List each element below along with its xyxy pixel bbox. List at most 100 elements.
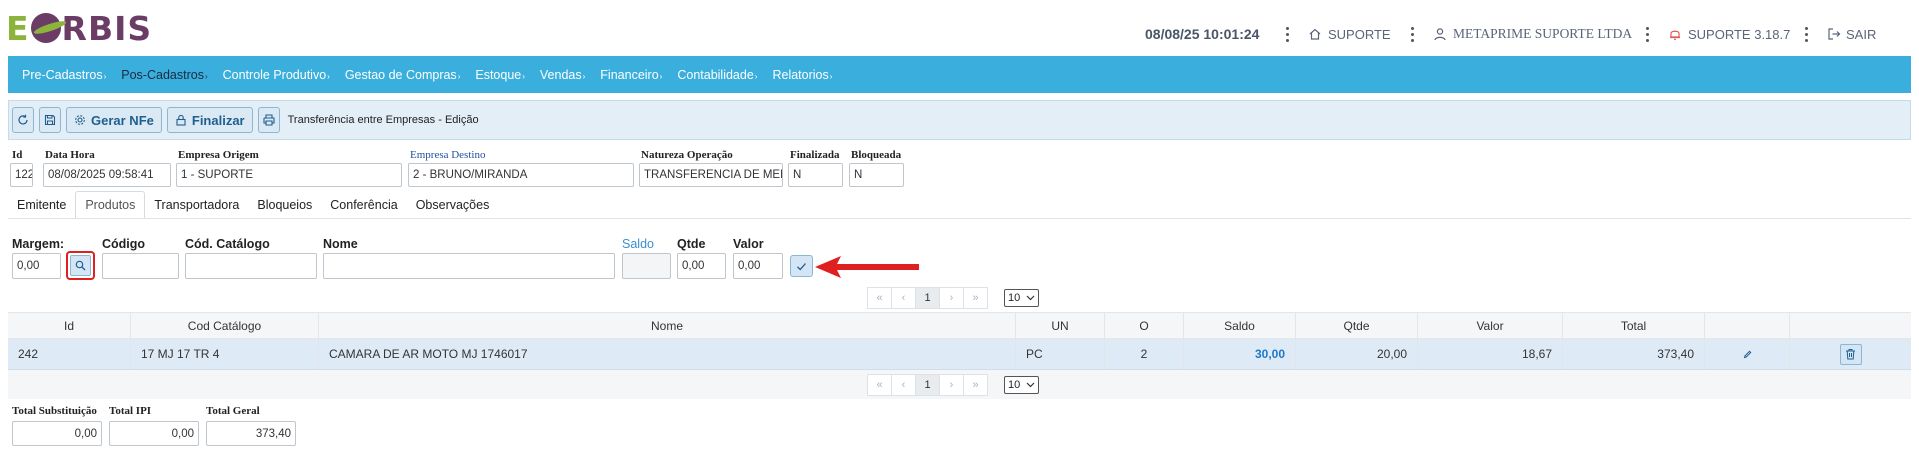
bloqueada-label: Bloqueada — [851, 149, 902, 161]
natureza-label: Natureza Operação — [641, 149, 733, 161]
saldo-label: Saldo — [622, 237, 654, 251]
kebab-menu-icon[interactable] — [1802, 24, 1810, 44]
codigo-field[interactable] — [102, 253, 179, 279]
catalogo-field[interactable] — [185, 253, 317, 279]
cell-cod-catalogo: 17 MJ 17 TR 4 — [131, 339, 319, 370]
tab-transportadora[interactable]: Transportadora — [145, 191, 248, 219]
nav-relatorios[interactable]: Relatorios› — [772, 68, 832, 82]
prev-page-button[interactable]: ‹ — [891, 287, 916, 309]
print-icon — [263, 114, 275, 126]
delete-row-button[interactable] — [1839, 343, 1862, 365]
col-id[interactable]: Id — [8, 312, 131, 339]
search-icon — [75, 260, 86, 271]
gerar-nfe-button[interactable]: Gerar NFe — [66, 107, 162, 133]
nav-pos-cadastros[interactable]: Pos-Cadastros› — [121, 68, 207, 82]
page-number-button[interactable]: 1 — [915, 287, 940, 309]
nav-label: Gestao de Compras — [344, 67, 457, 82]
first-page-button[interactable]: « — [867, 287, 892, 309]
bloqueada-field[interactable]: N — [849, 163, 904, 187]
datahora-label: Data Hora — [45, 149, 95, 161]
nav-contabilidade[interactable]: Contabilidade› — [677, 68, 757, 82]
col-qtde[interactable]: Qtde — [1296, 312, 1418, 339]
tab-emitente[interactable]: Emitente — [8, 191, 75, 219]
col-delete — [1790, 312, 1911, 339]
col-edit — [1705, 312, 1790, 339]
nome-field[interactable] — [323, 253, 615, 279]
tab-bloqueios[interactable]: Bloqueios — [248, 191, 321, 219]
empresa-origem-field[interactable]: 1 - SUPORTE — [176, 163, 402, 187]
save-button[interactable] — [39, 107, 61, 133]
datetime-display: 08/08/25 10:01:24 — [1145, 26, 1260, 42]
logout-button[interactable]: SAIR — [1827, 24, 1876, 44]
table-row[interactable]: 242 17 MJ 17 TR 4 CAMARA DE AR MOTO MJ 1… — [8, 339, 1911, 370]
action-toolbar: Gerar NFe Finalizar Transferência entre … — [8, 100, 1911, 140]
caret-icon: › — [829, 71, 833, 81]
nav-label: Relatorios — [772, 67, 829, 82]
page-number-button[interactable]: 1 — [915, 374, 940, 396]
chevron-down-icon — [1026, 295, 1035, 301]
main-navbar: Pre-Cadastros› Pos-Cadastros› Controle P… — [8, 56, 1911, 93]
next-page-button[interactable]: › — [939, 374, 964, 396]
cell-id: 242 — [8, 339, 131, 370]
first-page-button[interactable]: « — [867, 374, 892, 396]
margem-field[interactable]: 0,00 — [12, 253, 61, 279]
add-product-button[interactable] — [790, 255, 813, 277]
qtde-field[interactable]: 0,00 — [677, 253, 726, 279]
col-un[interactable]: UN — [1016, 312, 1105, 339]
table-header: Id Cod Catálogo Nome UN O Saldo Qtde Val… — [8, 312, 1911, 339]
nav-vendas[interactable]: Vendas› — [540, 68, 585, 82]
lock-icon — [176, 114, 186, 126]
kebab-menu-icon[interactable] — [1408, 24, 1416, 44]
notifications-menu[interactable]: SUPORTE 3.18.7 — [1668, 24, 1790, 44]
prev-page-button[interactable]: ‹ — [891, 374, 916, 396]
caret-icon: › — [327, 71, 330, 81]
total-geral-label: Total Geral — [206, 405, 260, 417]
total-ipi-label: Total IPI — [109, 405, 152, 417]
home-menu[interactable]: SUPORTE — [1308, 24, 1391, 44]
print-button[interactable] — [257, 107, 280, 133]
col-total[interactable]: Total — [1563, 312, 1705, 339]
natureza-operacao-field[interactable]: TRANSFERENCIA DE MERC — [639, 163, 783, 187]
save-icon — [44, 114, 56, 126]
destino-label: Empresa Destino — [410, 149, 486, 161]
finalizada-field[interactable]: N — [788, 163, 843, 187]
col-o[interactable]: O — [1105, 312, 1184, 339]
col-valor[interactable]: Valor — [1418, 312, 1563, 339]
last-page-button[interactable]: » — [963, 287, 988, 309]
col-cod-catalogo[interactable]: Cod Catálogo — [131, 312, 319, 339]
next-page-button[interactable]: › — [939, 287, 964, 309]
valor-field[interactable]: 0,00 — [733, 253, 783, 279]
tab-produtos[interactable]: Produtos — [75, 191, 146, 219]
refresh-button[interactable] — [12, 107, 34, 133]
nav-estoque[interactable]: Estoque› — [475, 68, 525, 82]
user-label: METAPRIME SUPORTE LTDA — [1453, 26, 1633, 41]
nav-financeiro[interactable]: Financeiro› — [600, 68, 662, 82]
total-geral-field: 373,40 — [206, 421, 296, 446]
user-icon — [1434, 28, 1446, 41]
datahora-field[interactable]: 08/08/2025 09:58:41 — [43, 163, 171, 187]
total-substituicao-label: Total Substituição — [12, 405, 97, 417]
valor-label: Valor — [733, 237, 764, 251]
nav-controle-produtivo[interactable]: Controle Produtivo› — [223, 68, 330, 82]
page-size-select[interactable]: 10 — [1004, 376, 1040, 394]
col-saldo[interactable]: Saldo — [1184, 312, 1296, 339]
annotation-arrow-icon — [815, 256, 919, 278]
nav-label: Contabilidade — [677, 67, 754, 82]
user-menu[interactable]: METAPRIME SUPORTE LTDA — [1433, 24, 1632, 44]
empresa-destino-field[interactable]: 2 - BRUNO/MIRANDA — [408, 163, 634, 187]
page-size-select[interactable]: 10 — [1004, 289, 1040, 307]
nav-gestao-compras[interactable]: Gestao de Compras› — [345, 68, 461, 82]
caret-icon: › — [457, 71, 461, 81]
col-nome[interactable]: Nome — [319, 312, 1016, 339]
caret-icon: › — [582, 71, 586, 81]
nav-pre-cadastros[interactable]: Pre-Cadastros› — [22, 68, 106, 82]
id-field[interactable]: 122 — [10, 163, 33, 187]
edit-row-button[interactable] — [1705, 339, 1790, 370]
last-page-button[interactable]: » — [963, 374, 988, 396]
finalizar-button[interactable]: Finalizar — [166, 107, 253, 133]
kebab-menu-icon[interactable] — [1643, 24, 1651, 44]
tab-observacoes[interactable]: Observações — [407, 191, 499, 219]
kebab-menu-icon[interactable] — [1283, 24, 1291, 44]
tab-conferencia[interactable]: Conferência — [321, 191, 406, 219]
search-button[interactable] — [70, 255, 91, 276]
